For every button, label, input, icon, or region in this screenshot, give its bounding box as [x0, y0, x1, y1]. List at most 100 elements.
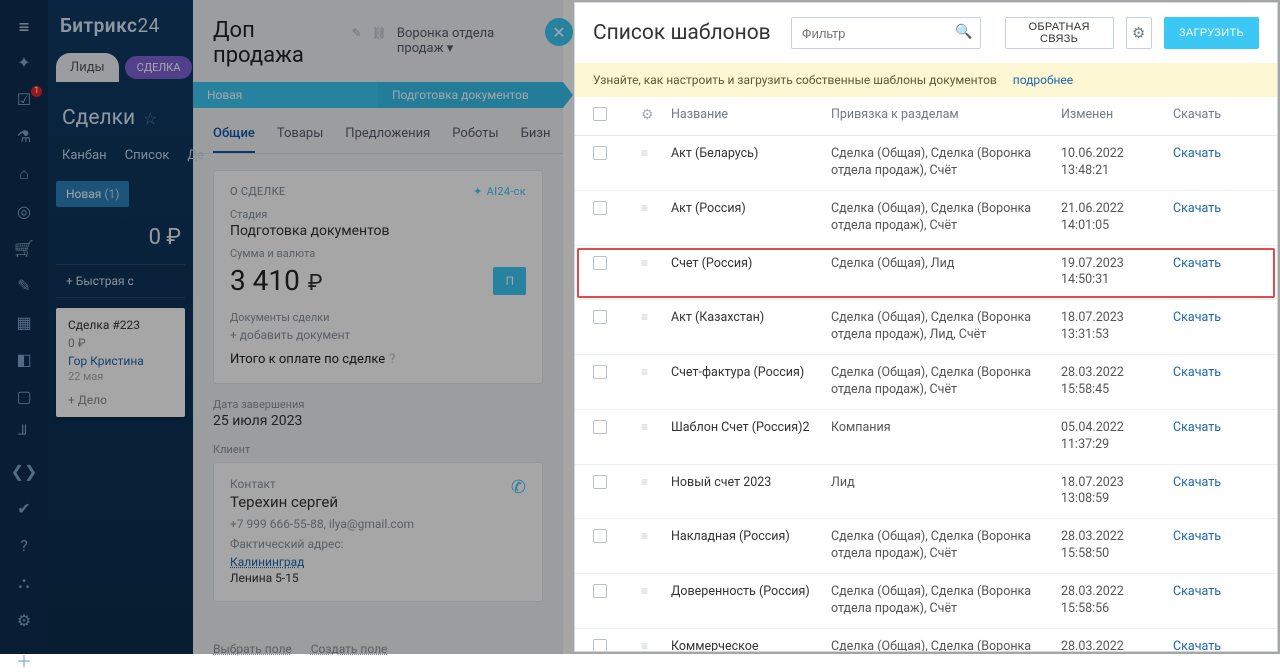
- drag-handle-icon[interactable]: ≡: [641, 475, 671, 489]
- row-checkbox[interactable]: [593, 146, 607, 160]
- close-panel-button[interactable]: ✕: [545, 18, 573, 46]
- select-all-checkbox[interactable]: [593, 107, 607, 121]
- deal-card[interactable]: Сделка #223 0 ₽ Гор Кристина 22 мая + Де…: [56, 308, 185, 417]
- stage-1[interactable]: Новая: [193, 82, 378, 108]
- deals-icon[interactable]: ✦: [12, 53, 36, 72]
- row-date: 19.07.202314:50:31: [1061, 256, 1173, 290]
- tab-leads[interactable]: Лиды: [56, 53, 119, 82]
- phone-icon[interactable]: ✆: [511, 477, 526, 498]
- contact-city[interactable]: Калининград: [230, 555, 304, 569]
- row-checkbox[interactable]: [593, 256, 607, 270]
- code-icon[interactable]: ❮❯: [12, 462, 36, 481]
- tab-general[interactable]: Общие: [213, 126, 255, 153]
- col-mod[interactable]: Изменен: [1061, 107, 1173, 122]
- table-row[interactable]: ≡Счет-фактура (Россия)Сделка (Общая), Сд…: [575, 355, 1277, 410]
- drag-handle-icon[interactable]: ≡: [641, 529, 671, 543]
- help-icon[interactable]: ?: [12, 536, 36, 555]
- funnel-select[interactable]: Воронка отдела продаж ▾: [397, 26, 543, 56]
- row-name: Доверенность (Россия): [671, 584, 831, 599]
- upload-button[interactable]: ЗАГРУЗИТЬ: [1164, 17, 1259, 49]
- check-icon[interactable]: ✔: [12, 499, 36, 518]
- col-name[interactable]: Название: [671, 107, 831, 122]
- gear-icon[interactable]: ⚙: [12, 611, 36, 630]
- row-checkbox[interactable]: [593, 420, 607, 434]
- download-link[interactable]: Скачать: [1173, 475, 1261, 490]
- table-row[interactable]: ≡Накладная (Россия)Сделка (Общая), Сделк…: [575, 519, 1277, 574]
- view-more[interactable]: Де: [187, 148, 204, 163]
- cart-icon[interactable]: 🛒: [12, 239, 36, 258]
- plus-icon[interactable]: ＋: [12, 648, 36, 672]
- drag-handle-icon[interactable]: ≡: [641, 310, 671, 324]
- table-row[interactable]: ≡Акт (Россия)Сделка (Общая), Сделка (Вор…: [575, 191, 1277, 246]
- ai-link[interactable]: ✦ AI24-ск: [473, 185, 526, 198]
- table-row[interactable]: ≡Шаблон Счет (Россия)2Компания05.04.2022…: [575, 410, 1277, 465]
- sitemap-icon[interactable]: ⛬: [12, 573, 36, 593]
- drag-handle-icon[interactable]: ≡: [641, 365, 671, 379]
- chart-icon[interactable]: ╜: [12, 424, 36, 444]
- table-row[interactable]: ≡Коммерческое предложение (Россия)Сделка…: [575, 629, 1277, 651]
- columns-gear-icon[interactable]: ⚙: [641, 107, 671, 123]
- edit-title-icon[interactable]: ✎: [352, 26, 362, 40]
- link-icon[interactable]: ⛓: [372, 26, 387, 40]
- table-row[interactable]: ≡Акт (Беларусь)Сделка (Общая), Сделка (В…: [575, 136, 1277, 191]
- quick-create[interactable]: Быстрая с: [56, 264, 185, 298]
- drag-handle-icon[interactable]: ≡: [641, 584, 671, 598]
- feedback-button[interactable]: ОБРАТНАЯ СВЯЗЬ: [1005, 17, 1114, 49]
- robot-sidebar-icon[interactable]: ◧: [12, 350, 36, 369]
- download-link[interactable]: Скачать: [1173, 365, 1261, 380]
- tab-robots[interactable]: Роботы: [452, 126, 498, 153]
- row-checkbox[interactable]: [593, 475, 607, 489]
- deal-card-add[interactable]: + Дело: [68, 393, 173, 407]
- drag-handle-icon[interactable]: ≡: [641, 256, 671, 270]
- col-bind[interactable]: Привязка к разделам: [831, 107, 1061, 122]
- org-icon[interactable]: ▦: [12, 313, 36, 332]
- home-icon[interactable]: ⌂: [12, 164, 36, 184]
- box-icon[interactable]: ▢: [12, 387, 36, 406]
- star-icon[interactable]: ☆: [143, 109, 157, 128]
- row-checkbox[interactable]: [593, 584, 607, 598]
- tab-deal[interactable]: СДЕЛКА: [125, 56, 193, 79]
- row-checkbox[interactable]: [593, 639, 607, 651]
- help-itog-icon[interactable]: ?: [389, 352, 395, 367]
- add-doc-link[interactable]: + добавить документ: [230, 328, 526, 342]
- tasks-icon[interactable]: ☑1: [12, 90, 36, 109]
- row-checkbox[interactable]: [593, 201, 607, 215]
- doc-button[interactable]: П: [493, 267, 526, 295]
- contact-name[interactable]: Терехин сергей: [230, 493, 526, 511]
- banner-more-link[interactable]: подробнее: [1013, 73, 1073, 87]
- settings-button[interactable]: ⚙: [1126, 17, 1153, 49]
- drag-handle-icon[interactable]: ≡: [641, 146, 671, 160]
- row-checkbox[interactable]: [593, 310, 607, 324]
- download-link[interactable]: Скачать: [1173, 639, 1261, 651]
- table-row[interactable]: ≡Доверенность (Россия)Сделка (Общая), Сд…: [575, 574, 1277, 629]
- table-row[interactable]: ≡Новый счет 2023Лид18.07.202313:08:59Ска…: [575, 465, 1277, 520]
- stage-2[interactable]: Подготовка документов: [378, 82, 563, 108]
- download-link[interactable]: Скачать: [1173, 420, 1261, 435]
- filter-icon[interactable]: ⚗: [12, 127, 36, 146]
- pencil-icon[interactable]: ✎: [12, 276, 36, 295]
- brand-name: Битрикс: [60, 14, 137, 37]
- target-icon[interactable]: ◎: [12, 202, 36, 221]
- view-kanban[interactable]: Канбан: [62, 148, 107, 163]
- row-checkbox[interactable]: [593, 365, 607, 379]
- search-icon[interactable]: 🔍: [955, 24, 972, 40]
- tab-goods[interactable]: Товары: [277, 126, 323, 153]
- download-link[interactable]: Скачать: [1173, 256, 1261, 271]
- filter-input[interactable]: [791, 17, 981, 49]
- download-link[interactable]: Скачать: [1173, 529, 1261, 544]
- drag-handle-icon[interactable]: ≡: [641, 201, 671, 215]
- tab-biz[interactable]: Бизн: [521, 126, 551, 153]
- download-link[interactable]: Скачать: [1173, 146, 1261, 161]
- row-checkbox[interactable]: [593, 529, 607, 543]
- download-link[interactable]: Скачать: [1173, 584, 1261, 599]
- menu-icon[interactable]: ≡: [12, 17, 36, 38]
- download-link[interactable]: Скачать: [1173, 201, 1261, 216]
- tab-offers[interactable]: Предложения: [345, 126, 430, 153]
- drag-handle-icon[interactable]: ≡: [641, 420, 671, 434]
- table-row[interactable]: ≡Счет (Россия)Сделка (Общая), Лид19.07.2…: [575, 246, 1277, 301]
- view-list[interactable]: Список: [125, 148, 170, 163]
- table-row[interactable]: ≡Акт (Казахстан)Сделка (Общая), Сделка (…: [575, 300, 1277, 355]
- drag-handle-icon[interactable]: ≡: [641, 639, 671, 651]
- stage-chip-new[interactable]: Новая (1): [56, 181, 129, 207]
- download-link[interactable]: Скачать: [1173, 310, 1261, 325]
